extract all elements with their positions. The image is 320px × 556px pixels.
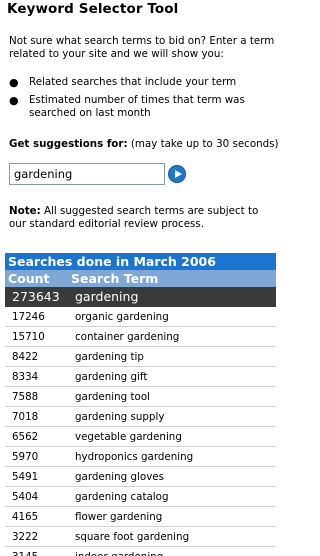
results-table: 273643 gardening 17246 organic gardening 1… bbox=[5, 287, 276, 556]
table-row[interactable]: 8422 gardening tip bbox=[5, 347, 276, 367]
row-count: 7018 bbox=[12, 411, 39, 423]
bullet-text: Related searches that include your term bbox=[29, 76, 237, 88]
row-term: flower gardening bbox=[75, 511, 163, 523]
results-column-header: Count Search Term bbox=[5, 270, 276, 287]
row-count: 17246 bbox=[12, 311, 45, 323]
note-body: All suggested search terms are subject t… bbox=[9, 205, 259, 230]
get-suggestions-title: Get suggestions for: bbox=[9, 138, 128, 150]
table-row[interactable]: 6562 vegetable gardening bbox=[5, 427, 276, 447]
row-count: 15710 bbox=[12, 331, 45, 343]
row-term: indoor gardening bbox=[75, 547, 163, 556]
note-text: Note: All suggested search terms are sub… bbox=[9, 205, 277, 231]
row-term: gardening supply bbox=[75, 411, 165, 423]
row-count: 5970 bbox=[12, 451, 39, 463]
table-row[interactable]: 5491 gardening gloves bbox=[5, 467, 276, 487]
note-label: Note: bbox=[9, 205, 41, 217]
row-count: 6562 bbox=[12, 431, 39, 443]
row-count: 7588 bbox=[12, 391, 39, 403]
table-row[interactable]: 8334 gardening gift bbox=[5, 367, 276, 387]
row-count: 3145 bbox=[12, 547, 38, 556]
row-term: gardening bbox=[75, 289, 139, 304]
row-count: 4165 bbox=[12, 511, 39, 523]
row-term: vegetable gardening bbox=[75, 431, 182, 443]
row-term: gardening gift bbox=[75, 371, 148, 383]
table-row[interactable]: 17246 organic gardening bbox=[5, 307, 276, 327]
row-term: gardening gloves bbox=[75, 471, 164, 483]
table-row[interactable]: 3222 square foot gardening bbox=[5, 527, 276, 547]
table-row[interactable]: 3145 indoor gardening bbox=[5, 547, 276, 556]
table-row[interactable]: 5404 gardening catalog bbox=[5, 487, 276, 507]
row-count: 5404 bbox=[12, 491, 39, 503]
row-count: 273643 bbox=[12, 289, 60, 304]
column-search-term[interactable]: Search Term bbox=[71, 270, 158, 287]
results-header: Searches done in March 2006 bbox=[5, 253, 276, 270]
row-term: container gardening bbox=[75, 331, 180, 343]
row-term: square foot gardening bbox=[75, 531, 190, 543]
table-row[interactable]: 7588 gardening tool bbox=[5, 387, 276, 407]
get-suggestions-label: Get suggestions for: (may take up to 30 … bbox=[9, 138, 279, 151]
page-title: Keyword Selector Tool bbox=[7, 1, 179, 17]
table-row[interactable]: 5970 hydroponics gardening bbox=[5, 447, 276, 467]
get-suggestions-hint: (may take up to 30 seconds) bbox=[130, 138, 279, 150]
table-row[interactable]: 4165 flower gardening bbox=[5, 507, 276, 527]
row-term: gardening tool bbox=[75, 391, 150, 403]
row-count: 5491 bbox=[12, 471, 39, 483]
row-count: 8334 bbox=[12, 371, 39, 383]
search-input[interactable] bbox=[9, 163, 165, 185]
table-row[interactable]: 7018 gardening supply bbox=[5, 407, 276, 427]
go-arrow-button[interactable] bbox=[168, 165, 186, 183]
row-term: hydroponics gardening bbox=[75, 451, 194, 463]
column-count[interactable]: Count bbox=[8, 270, 50, 287]
table-row[interactable]: 273643 gardening bbox=[5, 287, 276, 307]
bullet-dot-icon: ● bbox=[9, 94, 19, 107]
row-count: 8422 bbox=[12, 351, 39, 363]
bullet-dot-icon: ● bbox=[9, 76, 19, 89]
row-term: gardening catalog bbox=[75, 491, 169, 503]
row-count: 3222 bbox=[12, 531, 39, 543]
row-term: gardening tip bbox=[75, 351, 144, 363]
row-term: organic gardening bbox=[75, 311, 169, 323]
bullet-text: Estimated number of times that term was … bbox=[29, 94, 245, 119]
intro-text: Not sure what search terms to bid on? En… bbox=[9, 35, 275, 60]
table-row[interactable]: 15710 container gardening bbox=[5, 327, 276, 347]
